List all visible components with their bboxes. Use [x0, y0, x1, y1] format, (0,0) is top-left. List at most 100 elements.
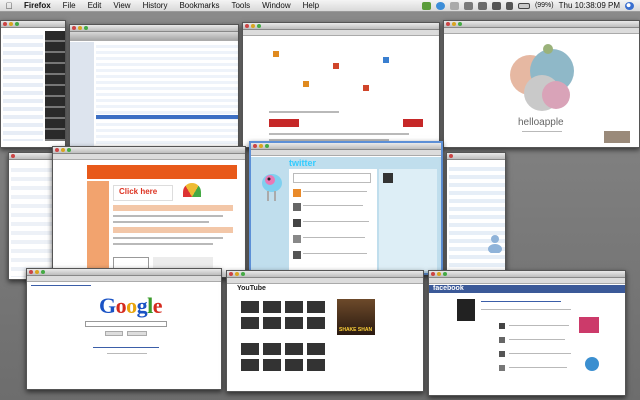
window-titlebar [227, 271, 423, 278]
feed-line [509, 325, 569, 326]
window-thumbnail-shoutcast[interactable]: Click here [52, 146, 246, 278]
google-top-links[interactable] [31, 285, 91, 286]
window-thumbnail-google[interactable]: Google [26, 268, 222, 390]
wifi-icon[interactable] [491, 1, 501, 10]
subtitle-line [522, 131, 562, 132]
window-thumbnail-sidebar-app[interactable] [0, 20, 66, 148]
app-icon [383, 57, 389, 63]
window-thumbnail-mac-website[interactable] [242, 22, 440, 148]
video-thumbnail[interactable] [263, 301, 281, 313]
video-thumbnail[interactable] [263, 343, 281, 355]
corner-image [604, 131, 630, 143]
left-nav [87, 181, 109, 275]
dashboard-list [449, 163, 505, 277]
window-navbar [53, 154, 245, 160]
menu-file[interactable]: File [57, 0, 82, 12]
google-search-input[interactable] [85, 321, 167, 327]
sidebar-list [3, 31, 43, 141]
window-thumbnail-facebook[interactable]: facebook [428, 270, 626, 396]
menu-bookmarks[interactable]: Bookmarks [173, 0, 225, 12]
google-logo: Google [99, 293, 163, 318]
status-line [481, 309, 571, 310]
tweet-line [303, 237, 365, 238]
tweet-line [303, 191, 367, 192]
ad-block [403, 119, 423, 127]
tweet-line [303, 205, 363, 206]
video-thumbnail[interactable] [285, 317, 303, 329]
window-navbar [444, 28, 639, 34]
youtube-logo[interactable]: YouTube [237, 285, 266, 292]
video-thumbnail[interactable] [285, 359, 303, 371]
menu-history[interactable]: History [137, 0, 174, 12]
twitter-logo[interactable]: twitter [289, 158, 316, 168]
video-thumbnail[interactable] [241, 301, 259, 313]
video-thumbnail[interactable] [241, 343, 259, 355]
apple-menu-icon[interactable]:  [0, 0, 18, 12]
window-navbar [227, 278, 423, 284]
sidebar-ad[interactable] [579, 317, 599, 333]
itunes-selected-row [96, 115, 238, 119]
facebook-logo[interactable]: facebook [433, 285, 464, 292]
adium-icon[interactable] [421, 1, 431, 10]
window-titlebar [243, 23, 439, 30]
window-navbar [243, 30, 439, 36]
window-thumbnail-twitter[interactable]: twitter [249, 141, 443, 275]
text-line [113, 237, 223, 239]
skype-icon[interactable] [435, 1, 445, 10]
window-titlebar [1, 21, 65, 28]
google-footer-links[interactable] [93, 347, 159, 348]
menu-edit[interactable]: Edit [82, 0, 108, 12]
timemachine-icon[interactable] [463, 1, 473, 10]
window-navbar [27, 276, 221, 282]
text-line [113, 215, 223, 217]
battery-icon[interactable] [517, 2, 530, 9]
window-titlebar [9, 153, 57, 160]
video-thumbnail[interactable] [285, 301, 303, 313]
expose-desktop: helloapple Click here twitter Google You… [0, 12, 640, 400]
text-line [113, 243, 213, 245]
menubar-clock[interactable]: Thu 10:38:09 PM [559, 0, 620, 12]
window-titlebar [27, 269, 221, 276]
window-titlebar [444, 21, 639, 28]
video-thumbnail[interactable] [241, 359, 259, 371]
avatar [499, 337, 505, 343]
sidebar-badge [585, 357, 599, 371]
app-icon [333, 63, 339, 69]
window-thumbnail-file-browser[interactable] [8, 152, 58, 280]
video-thumbnail[interactable] [307, 359, 325, 371]
feed-line [509, 367, 567, 368]
window-titlebar [251, 143, 441, 150]
app-icon [273, 51, 279, 57]
window-thumbnail-itunes[interactable] [69, 24, 239, 148]
avatar [499, 323, 505, 329]
bluetooth-icon[interactable] [477, 1, 487, 10]
feeling-lucky-button[interactable] [127, 331, 147, 336]
window-titlebar [53, 147, 245, 154]
section-bar [113, 227, 233, 233]
spotlight-icon[interactable] [625, 1, 634, 10]
window-thumbnail-dashboard[interactable] [446, 152, 506, 280]
sync-icon[interactable] [449, 1, 459, 10]
video-thumbnail[interactable] [285, 343, 303, 355]
menu-app-firefox[interactable]: Firefox [18, 0, 57, 12]
video-thumbnail[interactable] [307, 317, 325, 329]
text-line [113, 221, 209, 223]
menu-view[interactable]: View [107, 0, 136, 12]
menu-help[interactable]: Help [297, 0, 325, 12]
avatar [499, 365, 505, 371]
banner-click-here[interactable]: Click here [119, 187, 157, 196]
window-thumbnail-helloapple[interactable]: helloapple [443, 20, 640, 148]
video-thumbnail[interactable] [307, 343, 325, 355]
video-thumbnail[interactable] [263, 359, 281, 371]
video-thumbnail[interactable] [307, 301, 325, 313]
window-thumbnail-youtube[interactable]: YouTube SHAKE SHAN [226, 270, 424, 392]
menu-window[interactable]: Window [256, 0, 296, 12]
video-thumbnail[interactable] [263, 317, 281, 329]
copyright-line [107, 353, 147, 354]
app-icon [303, 81, 309, 87]
menu-tools[interactable]: Tools [225, 0, 256, 12]
volume-icon[interactable] [505, 1, 513, 10]
tweet-input[interactable] [293, 173, 371, 183]
video-thumbnail[interactable] [241, 317, 259, 329]
google-search-button[interactable] [105, 331, 123, 336]
